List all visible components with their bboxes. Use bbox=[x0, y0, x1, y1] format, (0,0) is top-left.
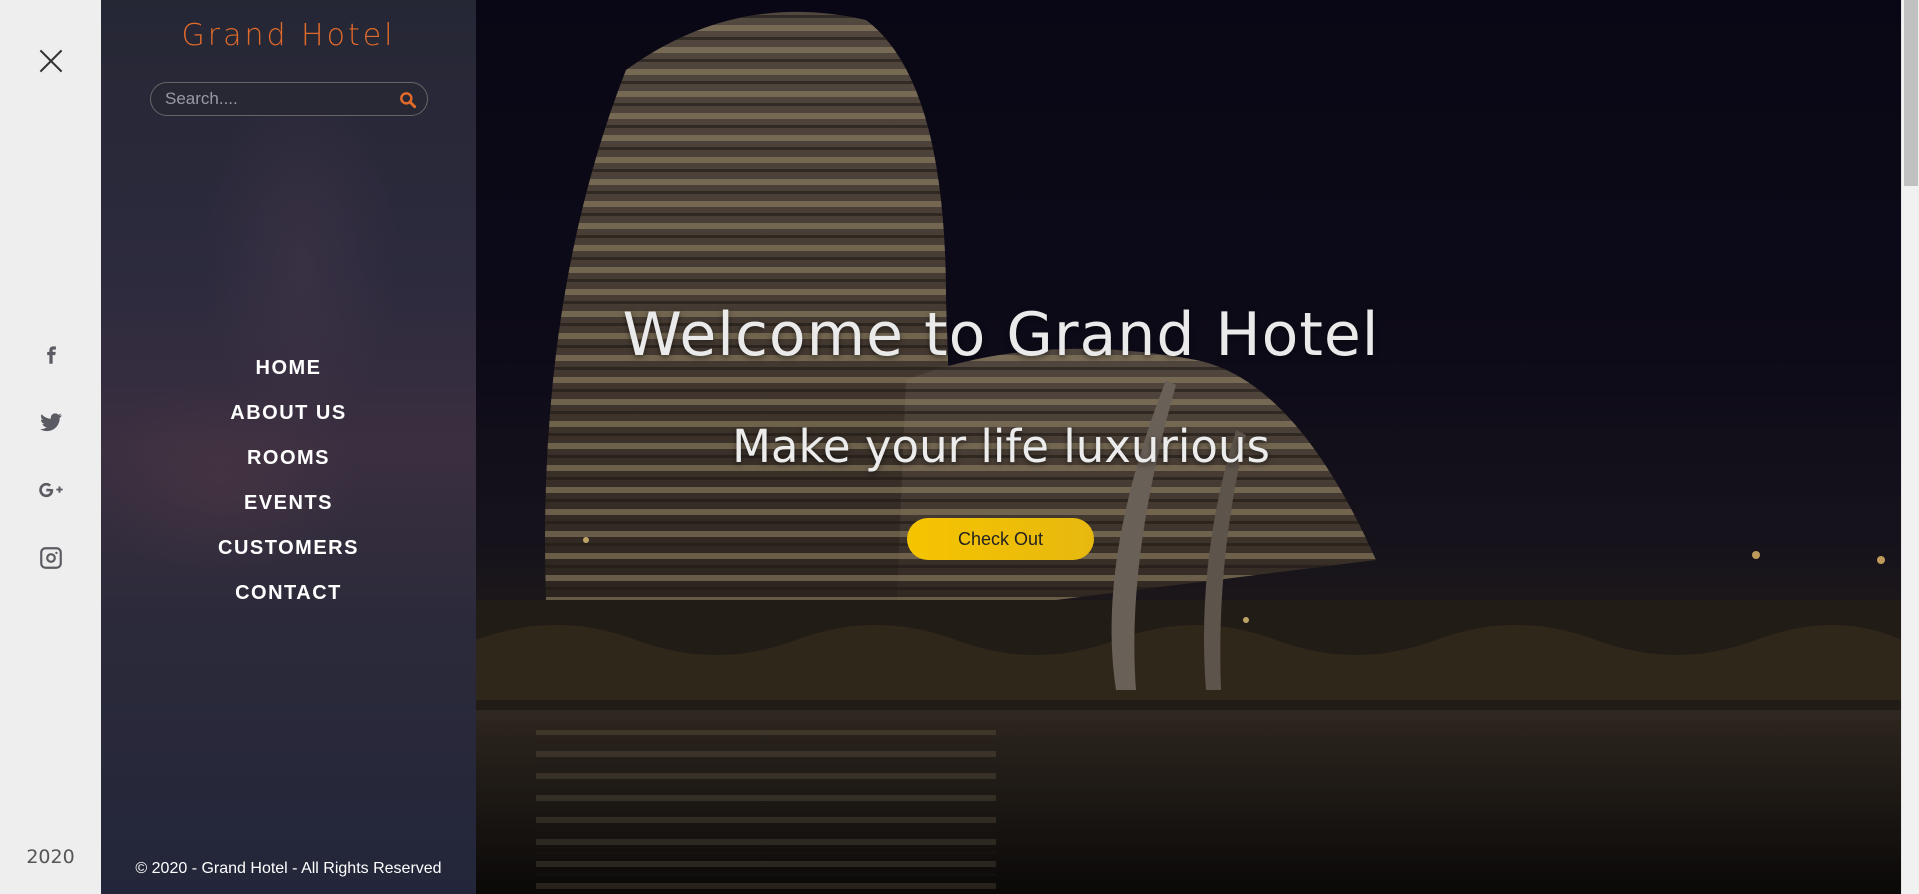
nav-customers[interactable]: CUSTOMERS bbox=[101, 530, 476, 575]
left-rail: 2020 bbox=[0, 0, 101, 894]
hero-title: Welcome to Grand Hotel bbox=[622, 300, 1380, 370]
twitter-icon[interactable] bbox=[0, 404, 101, 440]
nav-contact[interactable]: CONTACT bbox=[101, 575, 476, 620]
nav-rooms[interactable]: ROOMS bbox=[101, 440, 476, 485]
year-label: 2020 bbox=[26, 846, 75, 868]
close-icon[interactable] bbox=[36, 46, 66, 76]
search-input[interactable] bbox=[151, 83, 391, 115]
brand-logo[interactable]: Grand Hotel bbox=[101, 18, 476, 53]
nav-home[interactable]: HOME bbox=[101, 350, 476, 395]
scrollbar-thumb[interactable] bbox=[1904, 0, 1918, 186]
nav-events[interactable]: EVENTS bbox=[101, 485, 476, 530]
check-out-button[interactable]: Check Out bbox=[907, 518, 1094, 560]
instagram-icon[interactable] bbox=[0, 540, 101, 576]
search-icon[interactable] bbox=[398, 90, 418, 110]
copyright: © 2020 - Grand Hotel - All Rights Reserv… bbox=[135, 860, 442, 877]
google-plus-icon[interactable] bbox=[0, 472, 101, 508]
hero-section: Welcome to Grand Hotel Make your life lu… bbox=[476, 0, 1901, 894]
hero-content: Welcome to Grand Hotel Make your life lu… bbox=[476, 0, 1901, 894]
search-box bbox=[150, 82, 428, 116]
main-nav: HOME ABOUT US ROOMS EVENTS CUSTOMERS CON… bbox=[101, 350, 476, 620]
vertical-scrollbar[interactable] bbox=[1901, 0, 1919, 894]
facebook-icon[interactable] bbox=[0, 336, 101, 372]
nav-about-us[interactable]: ABOUT US bbox=[101, 395, 476, 440]
sidebar: Grand Hotel HOME ABOUT US ROOMS EVENTS C… bbox=[101, 0, 476, 894]
hero-subtitle: Make your life luxurious bbox=[732, 420, 1270, 473]
